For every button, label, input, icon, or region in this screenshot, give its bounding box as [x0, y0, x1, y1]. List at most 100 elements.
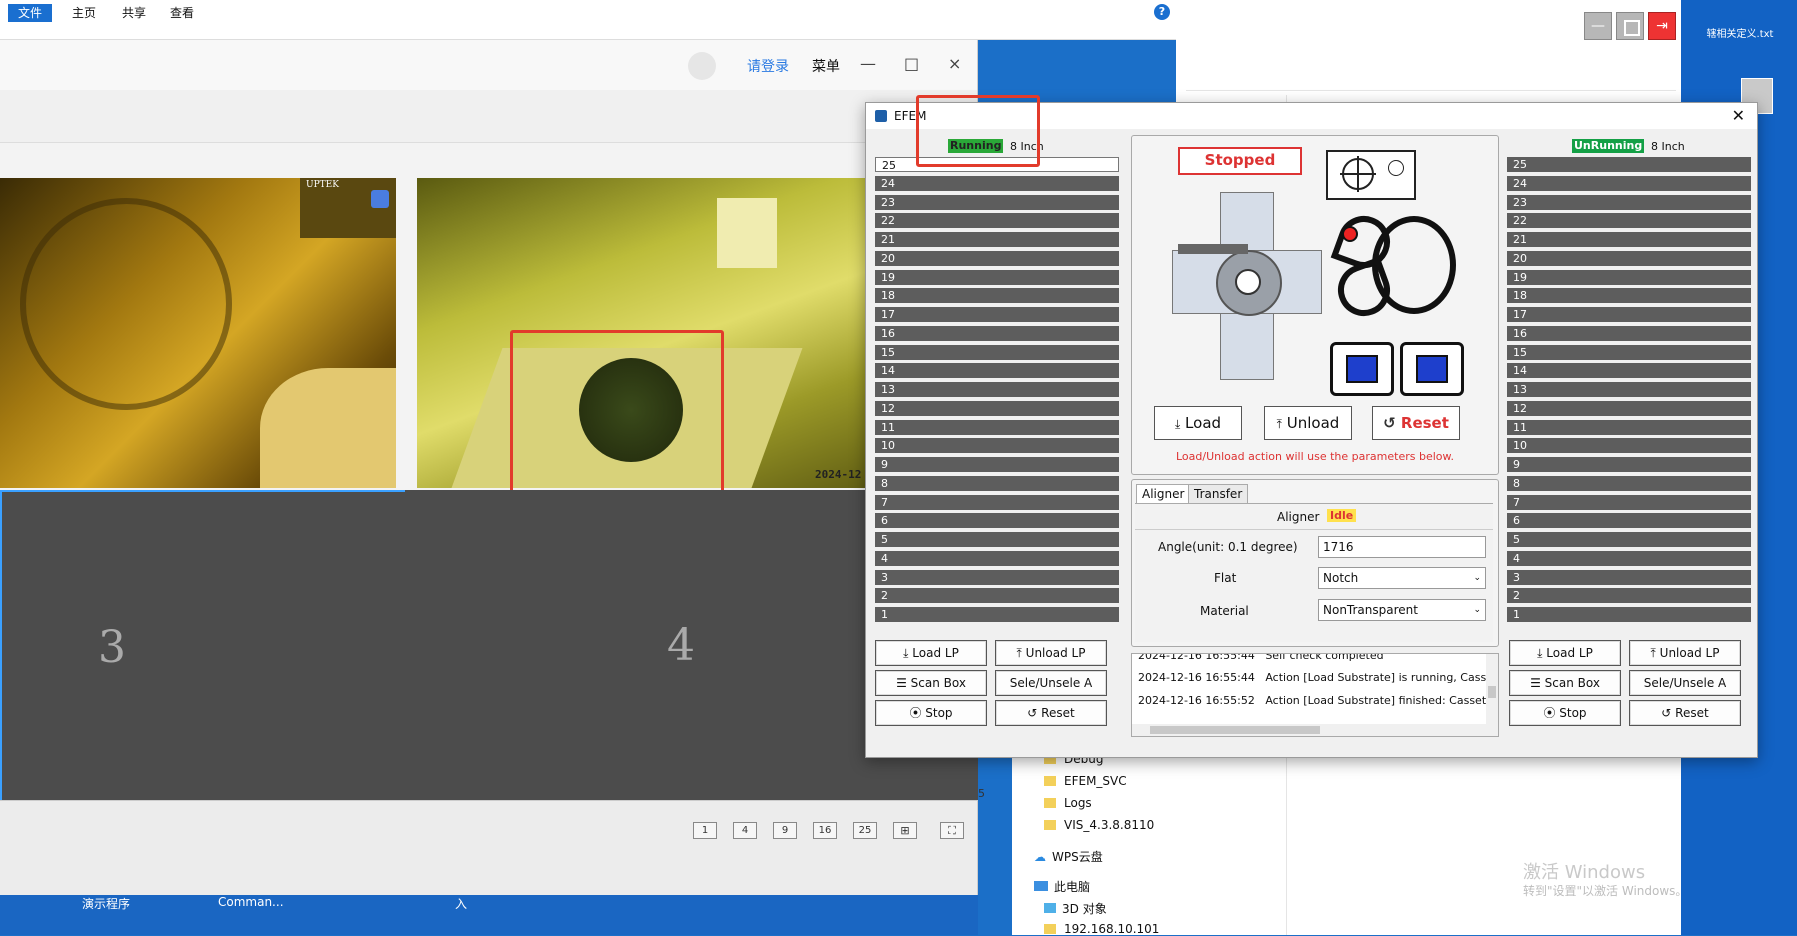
right-slot-10[interactable]: 10 [1507, 438, 1751, 454]
left-slot-24[interactable]: 24 [875, 175, 1119, 191]
minimize-icon[interactable]: — [860, 54, 876, 73]
left-slot-12[interactable]: 12 [875, 400, 1119, 416]
left-slot-23[interactable]: 23 [875, 194, 1119, 210]
right-slot-1[interactable]: 1 [1507, 607, 1751, 622]
minimize-icon[interactable]: — [1584, 12, 1612, 40]
camera-view-1[interactable]: UPTEK [0, 178, 396, 488]
right-scan-box-button[interactable]: ☰ Scan Box [1509, 670, 1621, 696]
grid-4-button[interactable]: 4 [733, 822, 757, 839]
left-load-lp-button[interactable]: ⤓ Load LP [875, 640, 987, 666]
camera-view-3[interactable]: 3 [0, 490, 408, 804]
load-button[interactable]: ⤓ Load [1154, 406, 1242, 440]
left-slot-6[interactable]: 6 [875, 513, 1119, 529]
close-icon[interactable]: ✕ [1732, 106, 1745, 125]
left-slot-7[interactable]: 7 [875, 494, 1119, 510]
tree-item-this-pc[interactable]: 此电脑 [1034, 878, 1090, 895]
taskbar-item-command[interactable]: Comman... [218, 895, 284, 909]
right-slot-23[interactable]: 23 [1507, 194, 1751, 210]
right-slot-16[interactable]: 16 [1507, 325, 1751, 341]
desktop-icon-label[interactable]: 辖相关定义.txt [1705, 28, 1775, 41]
ribbon-tab-file[interactable]: 文件 [8, 4, 53, 22]
avatar[interactable] [688, 52, 716, 80]
left-slot-22[interactable]: 22 [875, 213, 1119, 229]
left-slot-3[interactable]: 3 [875, 569, 1119, 585]
left-stop-button[interactable]: ⦿ Stop [875, 700, 987, 726]
right-reset-button[interactable]: ↺ Reset [1629, 700, 1741, 726]
taskbar-item-demo[interactable]: 演示程序 [82, 895, 130, 912]
left-reset-button[interactable]: ↺ Reset [995, 700, 1107, 726]
tab-aligner[interactable]: Aligner [1136, 484, 1191, 504]
left-slot-15[interactable]: 15 [875, 344, 1119, 360]
ribbon-tab-share[interactable]: 共享 [112, 4, 156, 22]
right-slot-24[interactable]: 24 [1507, 175, 1751, 191]
tree-item-logs[interactable]: Logs [1044, 796, 1092, 810]
left-slot-13[interactable]: 13 [875, 382, 1119, 397]
left-slot-16[interactable]: 16 [875, 325, 1119, 341]
tree-item-vis[interactable]: VIS_4.3.8.8110 [1044, 818, 1154, 832]
left-slot-19[interactable]: 19 [875, 269, 1119, 285]
right-slot-8[interactable]: 8 [1507, 475, 1751, 491]
flat-select[interactable]: Notch ⌄ [1318, 567, 1486, 589]
left-slot-9[interactable]: 9 [875, 457, 1119, 472]
right-slot-6[interactable]: 6 [1507, 513, 1751, 529]
layout-icon[interactable]: ⊞ [893, 822, 917, 839]
exit-icon[interactable]: ⇥ [1648, 12, 1676, 40]
tree-item-efem-svc[interactable]: EFEM_SVC [1044, 774, 1127, 788]
right-unload-lp-button[interactable]: ⤒ Unload LP [1629, 640, 1741, 666]
log-vertical-scrollbar[interactable] [1486, 654, 1498, 724]
left-slot-14[interactable]: 14 [875, 363, 1119, 379]
left-select-button[interactable]: Sele/Unsele A [995, 670, 1107, 696]
fullscreen-icon[interactable]: ⛶ [940, 822, 964, 839]
left-slot-10[interactable]: 10 [875, 438, 1119, 454]
left-unload-lp-button[interactable]: ⤒ Unload LP [995, 640, 1107, 666]
angle-input[interactable]: 1716 [1318, 536, 1486, 558]
grid-1-button[interactable]: 1 [693, 822, 717, 839]
grid-9-button[interactable]: 9 [773, 822, 797, 839]
ribbon-tab-view[interactable]: 查看 [160, 4, 204, 22]
right-slot-5[interactable]: 5 [1507, 532, 1751, 547]
right-slot-13[interactable]: 13 [1507, 382, 1751, 397]
right-select-button[interactable]: Sele/Unsele A [1629, 670, 1741, 696]
unload-button[interactable]: ⤒ Unload [1264, 406, 1352, 440]
tab-transfer[interactable]: Transfer [1188, 484, 1249, 504]
login-link[interactable]: 请登录 [747, 56, 789, 76]
right-slot-4[interactable]: 4 [1507, 550, 1751, 566]
left-slot-20[interactable]: 20 [875, 250, 1119, 266]
right-slot-3[interactable]: 3 [1507, 569, 1751, 585]
maximize-icon[interactable]: □ [904, 54, 919, 73]
tree-item-wps-cloud[interactable]: ☁ WPS云盘 [1034, 848, 1103, 865]
log-list[interactable]: 2024-12-16 16:55:44 Self check completed… [1131, 653, 1499, 737]
right-slot-7[interactable]: 7 [1507, 494, 1751, 510]
grid-25-button[interactable]: 25 [853, 822, 877, 839]
close-icon[interactable]: × [948, 54, 961, 73]
right-slot-11[interactable]: 11 [1507, 419, 1751, 435]
ribbon-tab-home[interactable]: 主页 [62, 4, 106, 22]
help-icon[interactable]: ? [1154, 4, 1170, 20]
right-slot-25[interactable]: 25 [1507, 157, 1751, 172]
left-slot-11[interactable]: 11 [875, 419, 1119, 435]
right-slot-12[interactable]: 12 [1507, 400, 1751, 416]
right-slot-19[interactable]: 19 [1507, 269, 1751, 285]
maximize-icon[interactable] [1616, 12, 1644, 40]
left-slot-2[interactable]: 2 [875, 588, 1119, 604]
taskbar-item-input[interactable]: 入 [455, 895, 467, 912]
menu-button[interactable]: 菜单 [812, 56, 840, 76]
right-slot-14[interactable]: 14 [1507, 363, 1751, 379]
left-slot-1[interactable]: 1 [875, 607, 1119, 622]
reset-button[interactable]: ↺ Reset [1372, 406, 1460, 440]
left-scan-box-button[interactable]: ☰ Scan Box [875, 670, 987, 696]
tree-item-3d[interactable]: 3D 对象 [1044, 900, 1107, 917]
material-select[interactable]: NonTransparent ⌄ [1318, 599, 1486, 621]
left-slot-4[interactable]: 4 [875, 550, 1119, 566]
right-slot-21[interactable]: 21 [1507, 232, 1751, 247]
right-slot-22[interactable]: 22 [1507, 213, 1751, 229]
left-slot-17[interactable]: 17 [875, 307, 1119, 322]
right-stop-button[interactable]: ⦿ Stop [1509, 700, 1621, 726]
tree-item-network[interactable]: 192.168.10.101 [1044, 922, 1159, 936]
left-slot-8[interactable]: 8 [875, 475, 1119, 491]
left-slot-5[interactable]: 5 [875, 532, 1119, 547]
left-slot-18[interactable]: 18 [875, 288, 1119, 304]
right-load-lp-button[interactable]: ⤓ Load LP [1509, 640, 1621, 666]
right-slot-2[interactable]: 2 [1507, 588, 1751, 604]
left-slot-21[interactable]: 21 [875, 232, 1119, 247]
